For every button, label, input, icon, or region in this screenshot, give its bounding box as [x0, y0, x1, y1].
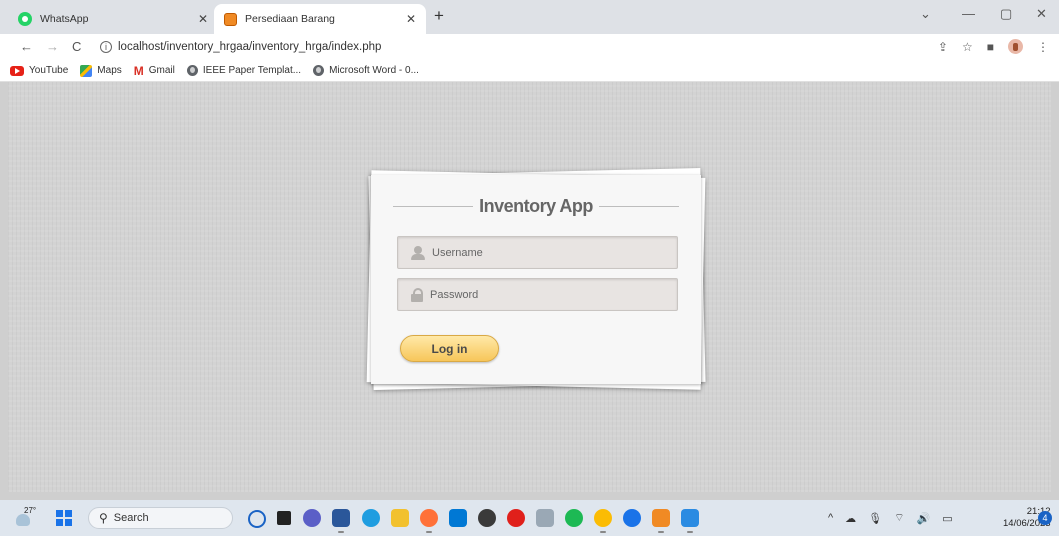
app-title: Inventory App: [479, 195, 593, 216]
file-explorer-icon[interactable]: [391, 509, 409, 527]
site-info-icon[interactable]: i: [100, 41, 112, 53]
username-field[interactable]: [397, 236, 678, 269]
profile-avatar-icon[interactable]: [1008, 39, 1023, 54]
bookmark-microsoft-word[interactable]: Microsoft Word - 0...: [313, 65, 419, 76]
battery-icon[interactable]: ▭: [942, 512, 952, 525]
new-tab-button[interactable]: +: [434, 6, 444, 26]
inventory-favicon-icon: [224, 12, 237, 26]
search-label: Search: [113, 512, 149, 524]
password-field[interactable]: [397, 278, 678, 311]
menu-kebab-icon[interactable]: ⋮: [1037, 40, 1049, 54]
xampp-icon[interactable]: [652, 509, 670, 533]
task-view-icon[interactable]: [277, 511, 291, 525]
title-divider-right: [598, 205, 679, 207]
search-icon: ⚲: [99, 511, 108, 525]
system-tray: ^ ☁ 🎙 ⌔ 🔊 ▭: [828, 511, 953, 525]
opera-icon[interactable]: [507, 509, 525, 527]
dropbox-icon[interactable]: [478, 509, 496, 527]
maximize-button[interactable]: ▢: [1000, 6, 1012, 22]
username-input[interactable]: [432, 246, 677, 259]
gmail-icon: M: [133, 63, 144, 78]
bookmark-label: Gmail: [148, 65, 175, 76]
user-icon: [410, 245, 426, 260]
word-icon[interactable]: [332, 509, 350, 533]
login-button[interactable]: Log in: [400, 335, 499, 362]
side-panel-icon[interactable]: ■: [987, 40, 994, 54]
edge-icon[interactable]: [362, 509, 380, 527]
youtube-icon: [10, 65, 24, 76]
bookmark-label: Maps: [97, 65, 122, 76]
bookmark-label: IEEE Paper Templat...: [202, 65, 302, 76]
zoom-icon[interactable]: [623, 509, 641, 527]
bing-icon[interactable]: [248, 510, 266, 528]
bookmark-youtube[interactable]: YouTube: [10, 65, 68, 76]
lock-icon: [410, 287, 424, 302]
weather-widget[interactable]: 27°: [12, 506, 40, 530]
volume-icon[interactable]: 🔊: [916, 512, 930, 525]
reload-button[interactable]: C: [72, 39, 81, 54]
close-tab-icon[interactable]: ✕: [198, 12, 208, 26]
login-title: Inventory App: [393, 195, 679, 217]
address-bar[interactable]: i localhost/inventory_hrgaa/inventory_hr…: [100, 37, 1000, 57]
bookmark-label: Microsoft Word - 0...: [329, 65, 419, 76]
spotify-icon[interactable]: [565, 509, 583, 527]
title-divider-left: [393, 205, 474, 207]
toolbar-icons: ⇪ ☆ ■ ⋮: [938, 39, 1049, 54]
browser-toolbar: ← → C i localhost/inventory_hrgaa/invent…: [0, 34, 1059, 60]
tab-search-icon[interactable]: ⌄: [920, 6, 931, 22]
cloud-icon: [16, 514, 30, 526]
whatsapp-icon: [18, 12, 32, 26]
tab-title: WhatsApp: [40, 13, 89, 25]
password-input[interactable]: [430, 288, 677, 301]
firefox-icon[interactable]: [420, 509, 438, 533]
amazon-icon[interactable]: [536, 509, 554, 527]
onedrive-cloud-icon[interactable]: ☁: [845, 512, 856, 525]
maps-icon: [80, 64, 93, 77]
forward-button[interactable]: →: [46, 39, 59, 54]
microphone-icon[interactable]: 🎙: [868, 512, 882, 525]
globe-icon: [186, 65, 198, 76]
windows-taskbar: 27° ⚲ Search ^ ☁ 🎙 ⌔ 🔊 ▭ 21:12 14/06/202…: [0, 500, 1059, 536]
chrome-icon[interactable]: [594, 509, 612, 533]
login-card: Inventory App Log in: [371, 175, 701, 384]
browser-tab-bar: WhatsApp ✕ Persediaan Barang ✕ + ⌄ — ▢ ✕: [0, 0, 1059, 34]
bookmark-gmail[interactable]: M Gmail: [134, 64, 175, 78]
globe-icon: [313, 65, 325, 76]
close-tab-icon[interactable]: ✕: [406, 12, 416, 26]
bookmark-star-icon[interactable]: ☆: [962, 40, 973, 54]
taskbar-search[interactable]: ⚲ Search: [88, 507, 233, 529]
teams-chat-icon[interactable]: [303, 509, 321, 527]
close-window-button[interactable]: ✕: [1036, 6, 1047, 22]
bookmark-maps[interactable]: Maps: [80, 64, 122, 77]
bookmark-label: YouTube: [29, 65, 69, 76]
tab-title: Persediaan Barang: [245, 13, 335, 25]
bookmarks-bar: YouTube Maps M Gmail IEEE Paper Templat.…: [0, 60, 1059, 82]
wifi-icon[interactable]: ⌔: [894, 511, 904, 525]
weather-temperature: 27°: [24, 506, 37, 515]
share-icon[interactable]: ⇪: [938, 40, 948, 54]
notification-badge[interactable]: 4: [1038, 511, 1052, 525]
vscode-icon[interactable]: [681, 509, 699, 533]
page-viewport: Inventory App Log in: [8, 82, 1051, 492]
back-button[interactable]: ←: [20, 39, 33, 54]
chevron-up-icon[interactable]: ^: [828, 512, 833, 524]
tab-whatsapp[interactable]: WhatsApp ✕: [8, 4, 218, 34]
bookmark-ieee-template[interactable]: IEEE Paper Templat...: [186, 65, 302, 76]
mail-icon[interactable]: [449, 509, 467, 527]
windows-start-icon[interactable]: [56, 510, 72, 526]
minimize-button[interactable]: —: [962, 6, 975, 21]
tab-persediaan-barang[interactable]: Persediaan Barang ✕: [214, 4, 426, 34]
url-text: localhost/inventory_hrgaa/inventory_hrga…: [118, 41, 382, 53]
